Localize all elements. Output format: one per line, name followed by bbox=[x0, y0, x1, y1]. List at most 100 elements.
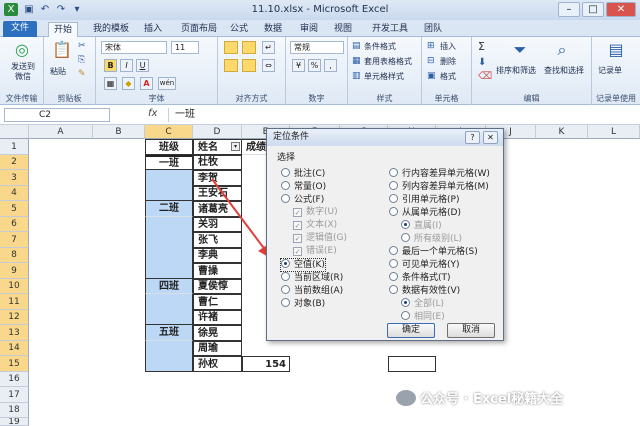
cell-name[interactable]: 许褚 bbox=[193, 310, 242, 325]
cell-score[interactable]: 154 bbox=[242, 356, 290, 372]
option-column-differences[interactable]: 列内容差异单元格(M) bbox=[389, 181, 489, 193]
col-header-a[interactable]: A bbox=[29, 125, 93, 139]
currency-icon[interactable]: ¥ bbox=[292, 59, 305, 72]
align-middle-icon[interactable] bbox=[242, 41, 256, 54]
cell-class-5[interactable]: 五班 bbox=[145, 325, 193, 341]
align-left-icon[interactable] bbox=[224, 59, 238, 72]
cell-class-2[interactable]: 二班 bbox=[145, 201, 193, 217]
table-format-button[interactable]: 套用表格格式 bbox=[364, 56, 412, 67]
copy-icon[interactable]: ⎘ bbox=[78, 55, 85, 65]
row-header-3[interactable]: 3 bbox=[0, 170, 29, 186]
option-dependents[interactable]: 从属单元格(D) bbox=[389, 207, 461, 219]
row-header-18[interactable]: 18 bbox=[0, 403, 29, 418]
row-header-6[interactable]: 6 bbox=[0, 217, 29, 232]
cell-name[interactable]: 周瑜 bbox=[193, 341, 242, 356]
bold-button[interactable]: B bbox=[104, 59, 117, 72]
ok-button[interactable]: 确定 bbox=[387, 323, 435, 338]
number-format-select[interactable]: 常规 bbox=[290, 41, 344, 54]
option-conditional-formats[interactable]: 条件格式(T) bbox=[389, 272, 451, 284]
clear-icon[interactable]: ⌫ bbox=[478, 71, 492, 82]
row-header-9[interactable]: 9 bbox=[0, 263, 29, 279]
option-row-differences[interactable]: 行内容差异单元格(W) bbox=[389, 168, 490, 180]
percent-button[interactable]: % bbox=[308, 59, 321, 72]
dialog-close-button[interactable]: ✕ bbox=[483, 131, 498, 144]
align-top-icon[interactable] bbox=[224, 41, 238, 54]
cancel-button[interactable]: 取消 bbox=[447, 323, 495, 338]
font-color-button[interactable]: A bbox=[140, 77, 153, 90]
option-constants[interactable]: 常量(O) bbox=[281, 181, 326, 193]
check-errors[interactable]: ✓ 错误(E) bbox=[293, 246, 337, 257]
option-validation-same[interactable]: 相同(E) bbox=[401, 311, 445, 323]
conditional-format-button[interactable]: 条件格式 bbox=[364, 41, 396, 52]
row-header-13[interactable]: 13 bbox=[0, 325, 29, 341]
option-objects[interactable]: 对象(B) bbox=[281, 298, 325, 310]
check-logicals[interactable]: ✓ 逻辑值(G) bbox=[293, 233, 347, 244]
format-painter-icon[interactable]: ✎ bbox=[78, 69, 86, 79]
option-last-cell[interactable]: 最后一个单元格(S) bbox=[389, 246, 478, 258]
selected-empty-cells[interactable] bbox=[145, 217, 193, 279]
font-size-select[interactable]: 11 bbox=[171, 41, 199, 54]
option-comments[interactable]: 批注(C) bbox=[281, 168, 325, 180]
tab-view[interactable]: 视图 bbox=[330, 22, 356, 37]
cell-name[interactable]: 夏侯惇 bbox=[193, 279, 242, 294]
col-header-l[interactable]: L bbox=[588, 125, 640, 139]
option-current-array[interactable]: 当前数组(A) bbox=[281, 285, 343, 297]
check-numbers[interactable]: ✓ 数字(U) bbox=[293, 207, 338, 218]
row-header-4[interactable]: 4 bbox=[0, 186, 29, 201]
comma-button[interactable]: , bbox=[324, 59, 337, 72]
cell-name[interactable]: 曹操 bbox=[193, 263, 242, 279]
fill-icon[interactable]: ⬇ bbox=[478, 57, 486, 68]
row-header-1[interactable]: 1 bbox=[0, 139, 29, 155]
row-header-5[interactable]: 5 bbox=[0, 201, 29, 217]
option-validation-all[interactable]: 全部(L) bbox=[401, 298, 444, 310]
option-visible-cells[interactable]: 可见单元格(Y) bbox=[389, 259, 460, 271]
tab-review[interactable]: 审阅 bbox=[296, 22, 322, 37]
col-header-k[interactable]: K bbox=[536, 125, 588, 139]
check-text[interactable]: ✓ 文本(X) bbox=[293, 220, 337, 231]
tab-data[interactable]: 数据 bbox=[260, 22, 286, 37]
option-blanks[interactable]: 空值(K) bbox=[280, 258, 326, 272]
option-formulas[interactable]: 公式(F) bbox=[281, 194, 324, 206]
col-header-c[interactable]: C bbox=[145, 125, 193, 139]
select-all-corner[interactable] bbox=[0, 125, 29, 139]
border-icon[interactable]: ▦ bbox=[104, 77, 117, 90]
header-class[interactable]: 班级 bbox=[145, 139, 193, 155]
phonetic-button[interactable]: wén bbox=[158, 77, 176, 90]
maximize-button[interactable]: □ bbox=[582, 2, 604, 17]
cell-name[interactable]: 孙权 bbox=[193, 356, 242, 372]
row-header-10[interactable]: 10 bbox=[0, 279, 29, 294]
minimize-button[interactable]: – bbox=[558, 2, 580, 17]
align-center-icon[interactable] bbox=[242, 59, 256, 72]
row-header-15[interactable]: 15 bbox=[0, 356, 29, 372]
tab-my-templates[interactable]: 我的模板 bbox=[86, 22, 136, 37]
help-button[interactable]: ? bbox=[465, 131, 480, 144]
selected-empty-cells[interactable] bbox=[145, 294, 193, 325]
autosum-button[interactable]: Σ bbox=[478, 40, 485, 53]
tab-developer[interactable]: 开发工具 bbox=[366, 22, 414, 37]
sort-filter-button[interactable]: 排序和筛选 bbox=[496, 65, 536, 76]
fx-icon[interactable]: fx bbox=[148, 108, 157, 119]
cell-name[interactable]: 杜牧 bbox=[193, 155, 242, 170]
tab-home[interactable]: 开始 bbox=[48, 22, 78, 37]
tab-formulas[interactable]: 公式 bbox=[226, 22, 252, 37]
cell-class-4[interactable]: 四班 bbox=[145, 279, 193, 294]
row-header-14[interactable]: 14 bbox=[0, 341, 29, 356]
row-header-19[interactable]: 19 bbox=[0, 418, 29, 426]
row-header-11[interactable]: 11 bbox=[0, 294, 29, 310]
option-direct-only[interactable]: 直属(I) bbox=[401, 220, 442, 232]
option-precedents[interactable]: 引用单元格(P) bbox=[389, 194, 459, 206]
option-current-region[interactable]: 当前区域(R) bbox=[281, 272, 343, 284]
cell-style-button[interactable]: 单元格样式 bbox=[364, 71, 404, 82]
cell-class-1[interactable]: 一班 bbox=[145, 155, 193, 170]
cell-name[interactable]: 曹仁 bbox=[193, 294, 242, 310]
merge-center-icon[interactable]: ⇔ bbox=[262, 59, 275, 72]
option-all-levels[interactable]: 所有级别(L) bbox=[401, 233, 462, 245]
delete-cells-button[interactable]: 删除 bbox=[440, 56, 456, 67]
row-header-8[interactable]: 8 bbox=[0, 248, 29, 263]
font-name-select[interactable]: 宋体 bbox=[101, 41, 167, 54]
header-score[interactable]: 成绩 bbox=[242, 139, 268, 155]
tab-page-layout[interactable]: 页面布局 bbox=[174, 22, 224, 37]
cut-icon[interactable]: ✂ bbox=[78, 41, 86, 51]
send-to-wechat-button[interactable]: 发送到 微信 bbox=[4, 62, 42, 82]
col-header-d[interactable]: D bbox=[193, 125, 242, 139]
